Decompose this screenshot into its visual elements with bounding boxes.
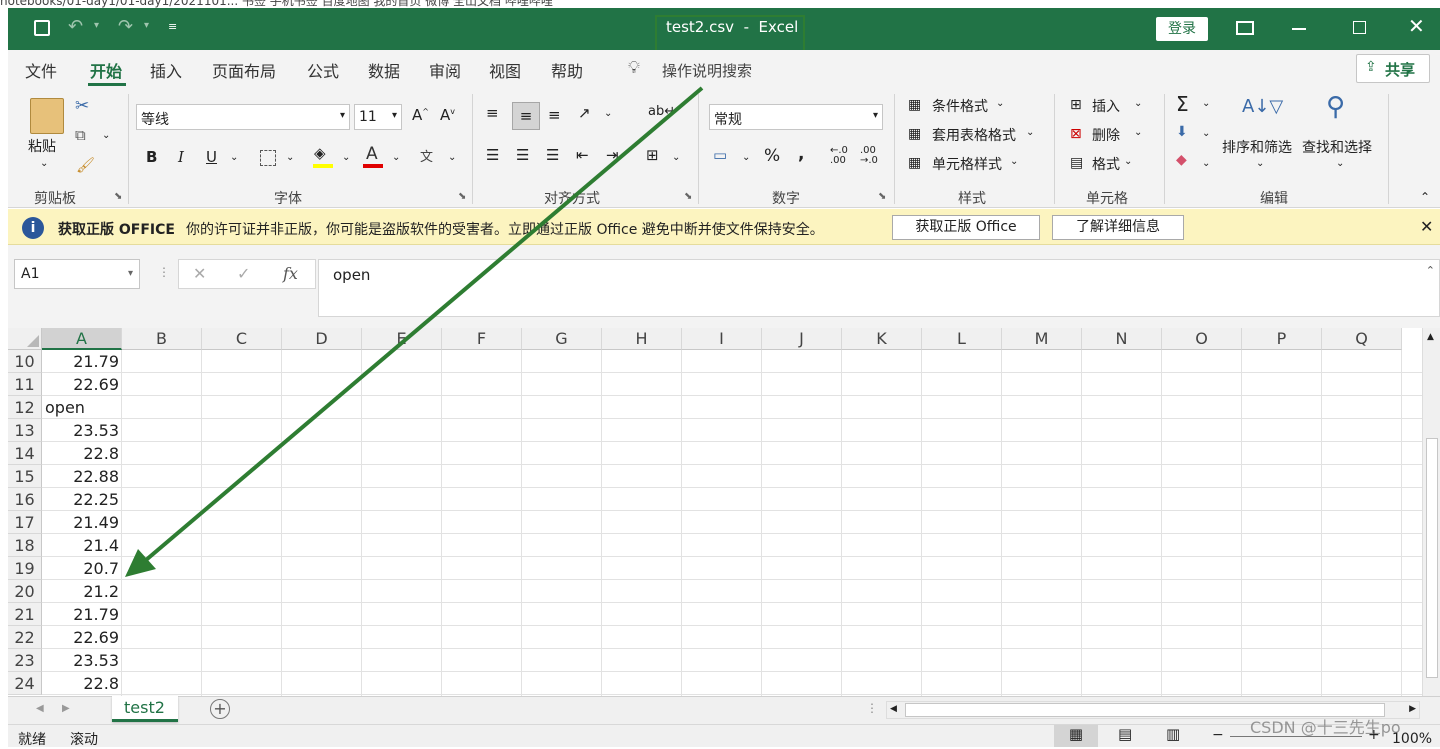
annotation-arrow-line — [144, 86, 704, 562]
annotation-arrow — [125, 86, 704, 577]
